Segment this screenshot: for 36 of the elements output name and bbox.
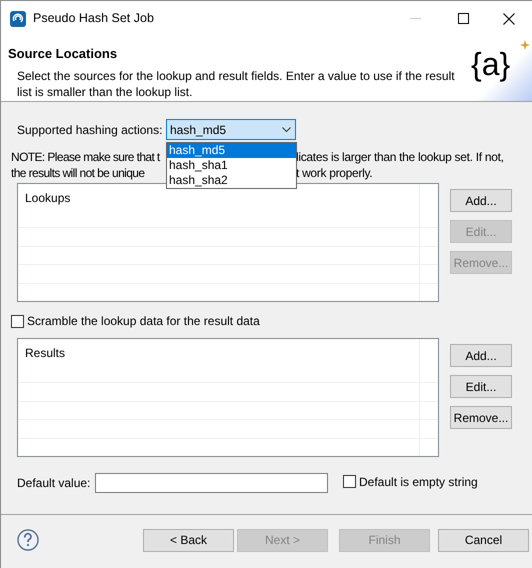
checkbox[interactable] [343, 475, 356, 488]
button: Finish [339, 528, 430, 552]
button[interactable]: Edit... [450, 375, 512, 398]
button[interactable]: Cancel [438, 528, 529, 552]
page-title: Source Locations [8, 45, 118, 63]
close-icon[interactable] [503, 12, 515, 24]
default-value-input[interactable] [95, 473, 328, 493]
page-description: Select the sources for the lookup and result fields. Enter a value to use if the result list is smaller than the lookup list. [17, 68, 456, 100]
chevron-down-icon [282, 127, 291, 132]
field-label: Default value: [17, 475, 92, 492]
checkbox-label: Scramble the lookup data for the result data [27, 313, 260, 330]
maximize-icon[interactable] [458, 13, 469, 24]
hashing-dropdown[interactable]: hash_md5 [166, 119, 296, 140]
help-icon[interactable] [17, 529, 39, 551]
button[interactable]: Add... [450, 189, 512, 212]
button[interactable]: Remove... [450, 406, 512, 429]
note-text: licates is larger than the lookup set. If not, [296, 149, 504, 165]
dropdown-option[interactable]: hash_sha1 [167, 158, 296, 173]
dropdown-option[interactable]: hash_md5 [167, 143, 296, 158]
note-text: the results will not be unique [11, 165, 146, 181]
sparkle-icon [520, 40, 530, 50]
button: Remove... [450, 251, 512, 274]
button: Edit... [450, 220, 512, 243]
note-text: NOTE: Please make sure that t [11, 149, 162, 165]
app-icon [10, 10, 26, 26]
button[interactable]: < Back [143, 528, 234, 552]
checkbox-label: Default is empty string [359, 474, 478, 490]
checkbox[interactable] [11, 314, 24, 328]
button: Next > [237, 528, 328, 552]
field-label: Supported hashing actions: [17, 122, 164, 138]
button[interactable]: Add... [450, 344, 512, 367]
column-header: Results [25, 346, 66, 360]
dropdown-option[interactable]: hash_sha2 [167, 173, 296, 188]
logo-text: {a} [471, 45, 510, 83]
column-header: Lookups [25, 191, 70, 205]
window-title: Pseudo Hash Set Job [33, 10, 154, 28]
